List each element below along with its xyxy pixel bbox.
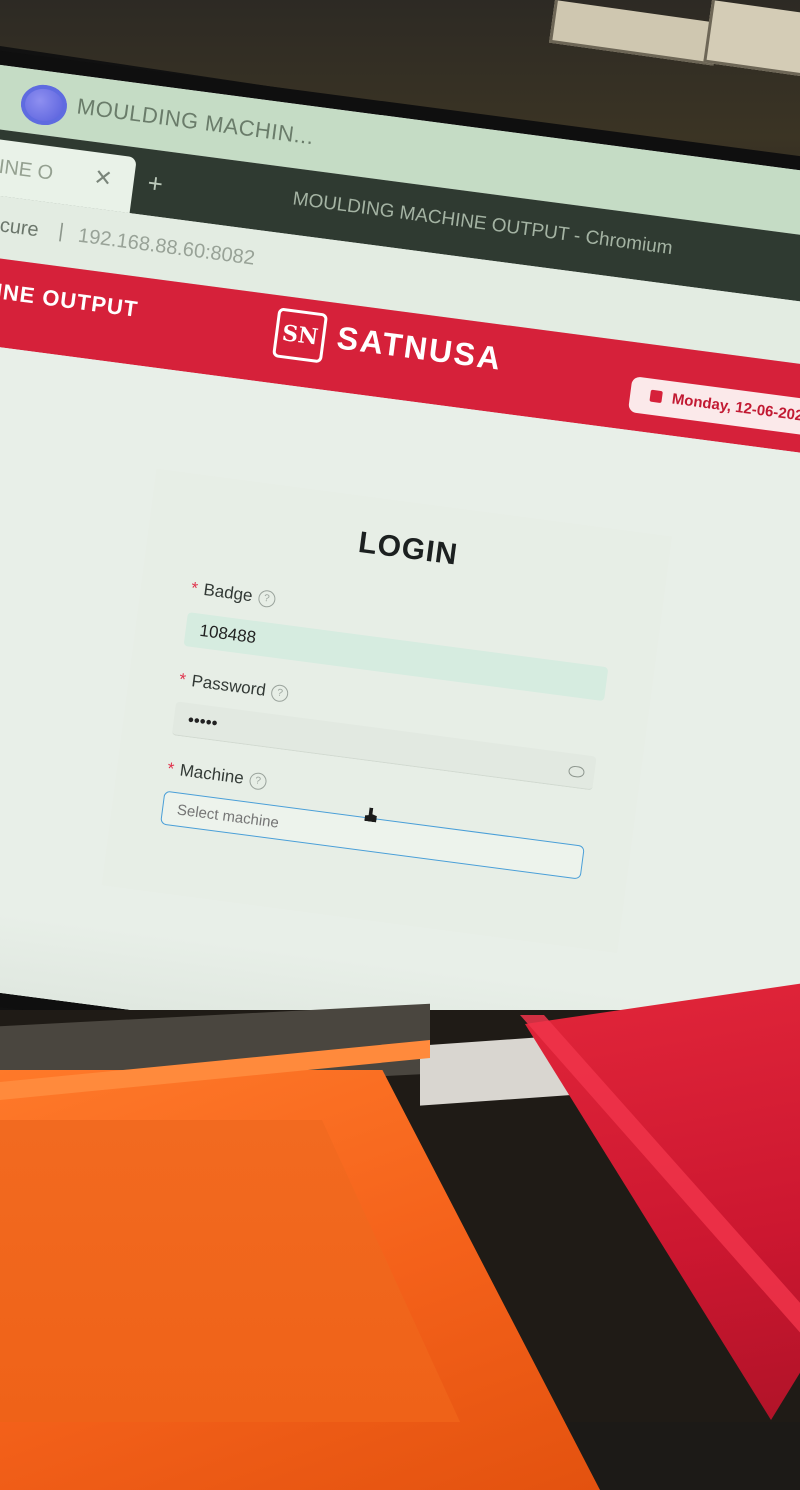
calendar-icon xyxy=(649,389,663,404)
url-text[interactable]: 192.168.88.60:8082 xyxy=(77,225,256,271)
mouse-cursor-icon xyxy=(364,807,378,822)
machine-label-text: Machine xyxy=(178,760,245,788)
browser-window: MOULDING MACHIN... HINE O ✕ + MOULDING M… xyxy=(0,62,800,1105)
required-mark: * xyxy=(189,578,199,599)
chromium-logo-icon xyxy=(18,82,70,128)
required-mark: * xyxy=(177,669,187,690)
badge-label: * Badge? xyxy=(190,578,277,609)
help-icon[interactable]: ? xyxy=(248,771,268,791)
address-separator: | xyxy=(57,220,66,243)
satnusa-logo-icon: SN xyxy=(272,307,329,364)
required-mark: * xyxy=(166,758,176,779)
main-content: LOGIN *Badge? *Password? *Machine? xyxy=(0,339,800,1105)
app-title: MOULDING MACHIN... xyxy=(75,93,316,150)
section-title: CHINE OUTPUT xyxy=(0,274,140,322)
date-text: Monday, 12-06-2023 xyxy=(670,390,800,426)
tab-label: HINE O xyxy=(0,153,55,185)
login-form: LOGIN *Badge? *Password? *Machine? xyxy=(101,468,672,954)
password-label: * Password? xyxy=(178,670,290,704)
badge-label-text: Badge xyxy=(202,580,254,606)
brand-name: SATNUSA xyxy=(334,319,505,377)
machine-select[interactable] xyxy=(160,790,585,880)
help-icon[interactable]: ? xyxy=(257,589,277,609)
machine-label: * Machine? xyxy=(166,759,268,792)
new-tab-button[interactable]: + xyxy=(146,167,165,200)
help-icon[interactable]: ? xyxy=(270,683,290,703)
close-icon[interactable]: ✕ xyxy=(92,164,114,192)
security-indicator[interactable]: secure xyxy=(0,212,40,243)
password-label-text: Password xyxy=(190,671,267,700)
